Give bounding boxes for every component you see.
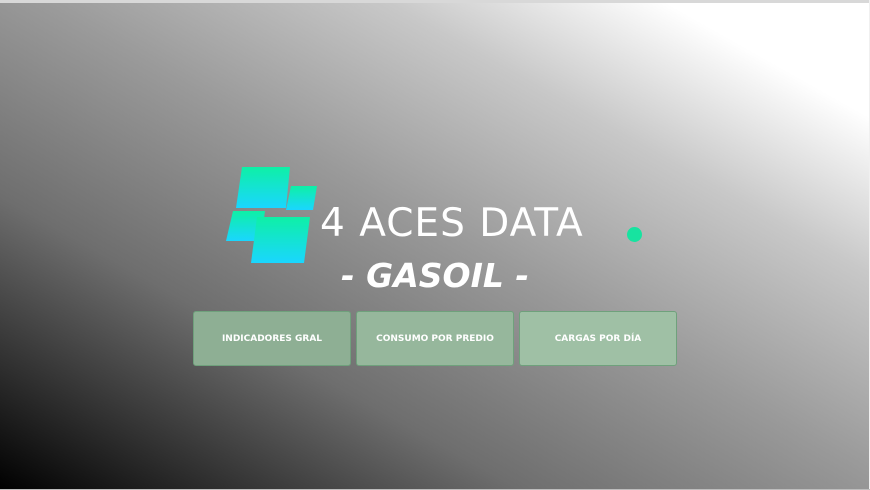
brand-name: 4 ACES DATA (320, 201, 584, 246)
cargas-por-dia-button[interactable]: CARGAS POR DÍA (519, 311, 677, 366)
indicadores-gral-button[interactable]: INDICADORES GRAL (193, 311, 351, 366)
four-tiles-logo-icon (222, 164, 320, 264)
top-border (0, 0, 870, 3)
logo-tile-top-left (236, 167, 290, 208)
consumo-por-predio-button[interactable]: CONSUMO POR PREDIO (356, 311, 514, 366)
nav-button-row: INDICADORES GRAL CONSUMO POR PREDIO CARG… (193, 311, 679, 368)
page-subtitle: - GASOIL - (340, 256, 530, 295)
brand-dot (627, 227, 642, 242)
logo-tile-top-right (286, 186, 317, 210)
